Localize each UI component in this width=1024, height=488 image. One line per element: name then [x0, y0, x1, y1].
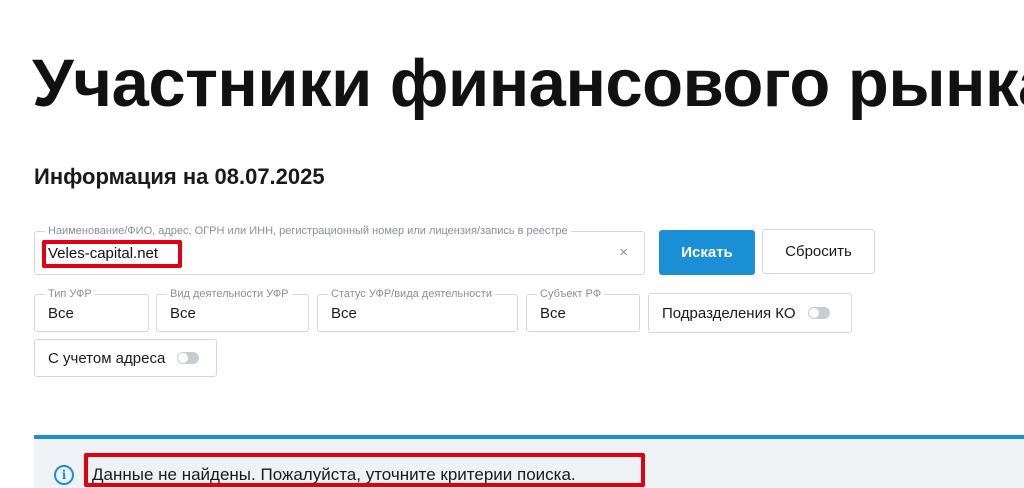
reset-button[interactable]: Сбросить: [762, 229, 875, 274]
page-title: Участники финансового рынка: [32, 46, 1024, 121]
filter-activity-label: Вид деятельности УФР: [167, 287, 292, 301]
filter-type-value: Все: [48, 305, 74, 322]
search-input-value[interactable]: Veles-capital.net: [48, 245, 158, 262]
filter-status-label: Статус УФР/вида деятельности: [328, 287, 495, 301]
filter-status-select[interactable]: Статус УФР/вида деятельности Все: [317, 287, 518, 332]
filter-type-select[interactable]: Тип УФР Все: [34, 287, 149, 332]
with-address-label: С учетом адреса: [48, 349, 166, 367]
ko-divisions-toggle[interactable]: Подразделения КО: [648, 293, 852, 333]
filter-region-select[interactable]: Субъект РФ Все: [526, 287, 640, 332]
result-message: Данные не найдены. Пожалуйста, уточните …: [92, 465, 576, 484]
clear-icon[interactable]: ×: [619, 244, 628, 261]
filter-type-label: Тип УФР: [45, 287, 95, 301]
info-date-heading: Информация на 08.07.2025: [34, 164, 325, 189]
search-input-label: Наименование/ФИО, адрес, ОГРН или ИНН, р…: [45, 224, 571, 238]
with-address-toggle[interactable]: С учетом адреса: [34, 339, 217, 377]
ko-divisions-label: Подразделения КО: [662, 304, 796, 322]
filter-region-value: Все: [540, 305, 566, 322]
result-message-panel: i Данные не найдены. Пожалуйста, уточнит…: [34, 435, 1024, 488]
with-address-switch[interactable]: [177, 352, 200, 364]
info-icon: i: [54, 465, 74, 485]
filter-region-label: Субъект РФ: [537, 287, 605, 301]
filter-activity-select[interactable]: Вид деятельности УФР Все: [156, 287, 309, 332]
search-input[interactable]: Наименование/ФИО, адрес, ОГРН или ИНН, р…: [34, 224, 645, 275]
filter-activity-value: Все: [170, 305, 196, 322]
ko-divisions-switch[interactable]: [807, 307, 830, 319]
filter-status-value: Все: [331, 305, 357, 322]
search-button[interactable]: Искать: [659, 230, 755, 275]
